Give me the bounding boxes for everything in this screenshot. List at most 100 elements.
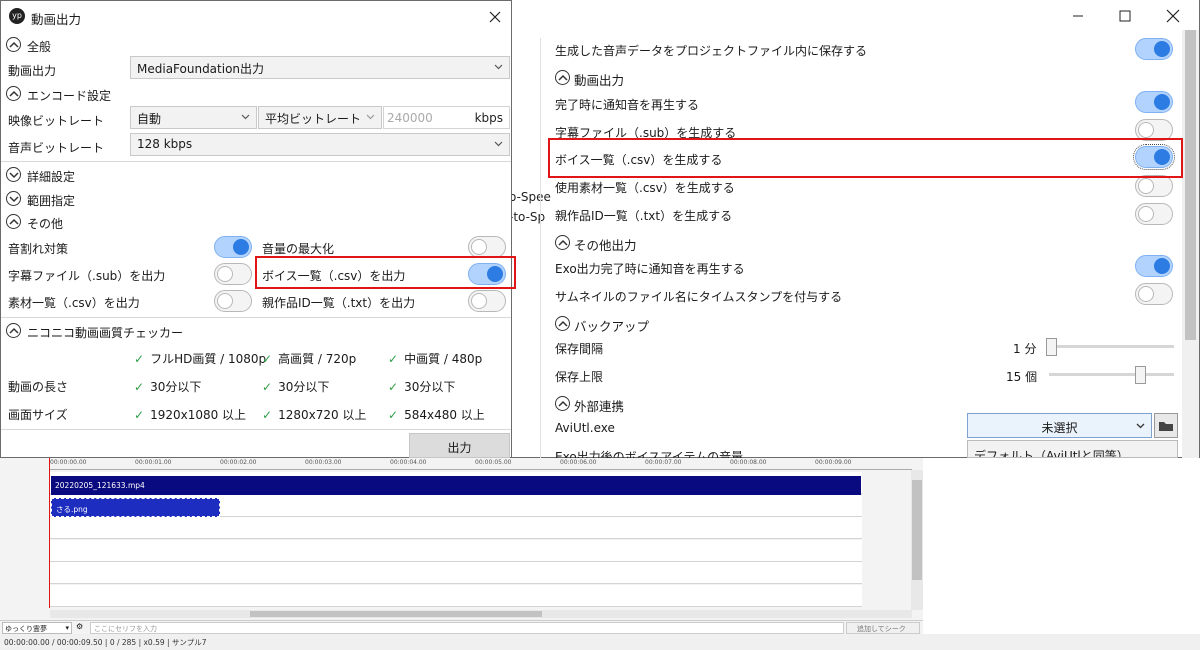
length-label: 動画の長さ bbox=[8, 380, 69, 394]
layer-track[interactable] bbox=[50, 584, 862, 607]
output-button[interactable]: 出力 bbox=[409, 433, 510, 458]
material-list-output-toggle[interactable] bbox=[214, 290, 252, 312]
chevron-down-icon bbox=[494, 141, 503, 147]
layer-track[interactable] bbox=[50, 562, 862, 584]
close-button[interactable] bbox=[1162, 5, 1184, 27]
serif-bar: ゆっくり霊夢 ▾ ⚙ ここにセリフを入力 追加してシーク bbox=[0, 620, 923, 634]
backup-interval-value: 1 分 bbox=[1013, 342, 1037, 356]
slider-thumb[interactable] bbox=[1046, 338, 1057, 356]
maximize-icon bbox=[1119, 10, 1131, 22]
video-output-select[interactable]: MediaFoundation出力 bbox=[130, 56, 510, 79]
aviutl-select-value: 未選択 bbox=[1041, 421, 1078, 435]
speaker-select[interactable]: ゆっくり霊夢 ▾ bbox=[2, 622, 72, 634]
maximize-volume-toggle[interactable] bbox=[468, 236, 506, 258]
bitrate-type-select[interactable]: 平均ビットレート bbox=[258, 106, 382, 129]
dialog-close-button[interactable] bbox=[485, 7, 505, 27]
minimize-button[interactable] bbox=[1067, 5, 1089, 27]
section-encode: エンコード設定 bbox=[27, 89, 112, 103]
chevron-up-icon[interactable] bbox=[6, 214, 21, 229]
chevron-up-icon[interactable] bbox=[555, 235, 570, 250]
setting-label: 使用素材一覧（.csv）を生成する bbox=[555, 181, 735, 195]
material-list-toggle[interactable] bbox=[1135, 175, 1173, 197]
speaker-settings-icon[interactable]: ⚙ bbox=[76, 622, 88, 634]
scrollbar-thumb[interactable] bbox=[1185, 30, 1196, 340]
timeline-vscroll[interactable] bbox=[911, 470, 923, 610]
video-bitrate-label: 映像ビットレート bbox=[8, 114, 105, 128]
toggle-label: 音量の最大化 bbox=[262, 242, 335, 256]
add-seek-button[interactable]: 追加してシーク bbox=[846, 622, 920, 634]
layer-track[interactable] bbox=[50, 517, 862, 539]
parent-id-toggle[interactable] bbox=[1135, 203, 1173, 225]
audio-bitrate-select[interactable]: 128 kbps bbox=[130, 133, 510, 156]
scrollbar-thumb[interactable] bbox=[250, 611, 542, 617]
volume-select-value: デフォルト（AviUtlと同等） bbox=[974, 449, 1129, 458]
quality-check: ✓ 中画質 / 480p bbox=[388, 352, 483, 366]
left-border bbox=[511, 38, 541, 458]
setting-label: 完了時に通知音を再生する bbox=[555, 98, 700, 112]
size-check: ✓ 1280x720 以上 bbox=[262, 408, 367, 422]
backup-interval-slider[interactable] bbox=[1046, 338, 1174, 356]
ruler-tick-label: 00:00:07.00 bbox=[645, 459, 682, 466]
close-icon bbox=[489, 11, 501, 23]
minimize-icon bbox=[1073, 15, 1083, 17]
chevron-up-icon[interactable] bbox=[555, 70, 570, 85]
toggle-label: 字幕ファイル（.sub）を出力 bbox=[8, 269, 166, 283]
cut-row-label: Exo出力後のボイスアイテムの音量 bbox=[555, 450, 744, 458]
serif-input[interactable]: ここにセリフを入力 bbox=[90, 622, 844, 634]
video-output-dialog: yp 動画出力 全般 動画出力 MediaFoundation出力 エンコード設… bbox=[0, 0, 512, 458]
ruler-tick-label: 00:00:08.00 bbox=[730, 459, 767, 466]
highlight-box bbox=[255, 256, 516, 289]
setting-label: Exo出力完了時に通知音を再生する bbox=[555, 262, 745, 276]
settings-scrollbar[interactable] bbox=[1182, 30, 1199, 458]
chevron-up-icon[interactable] bbox=[555, 396, 570, 411]
chevron-down-icon bbox=[1136, 423, 1145, 429]
exo-notify-toggle[interactable] bbox=[1135, 255, 1173, 277]
chevron-up-icon[interactable] bbox=[6, 86, 21, 101]
section-range: 範囲指定 bbox=[27, 194, 76, 208]
settings-titlebar bbox=[511, 0, 1199, 30]
size-check: ✓ 1920x1080 以上 bbox=[134, 408, 247, 422]
setting-label: 生成した音声データをプロジェクトファイル内に保存する bbox=[555, 44, 868, 58]
time-ruler[interactable]: 00:00:00.00 00:00:01.00 00:00:02.00 00:00:0… bbox=[50, 458, 912, 470]
volume-select[interactable]: デフォルト（AviUtlと同等） bbox=[967, 440, 1178, 458]
setting-label: 親作品ID一覧（.txt）を生成する bbox=[555, 209, 733, 223]
chevron-down-icon bbox=[494, 64, 503, 70]
toggle-label: 親作品ID一覧（.txt）を出力 bbox=[262, 296, 416, 310]
chevron-up-icon[interactable] bbox=[6, 37, 21, 52]
backup-limit-slider[interactable] bbox=[1049, 366, 1174, 384]
aviutl-select[interactable]: 未選択 bbox=[967, 413, 1152, 438]
chevron-up-icon[interactable] bbox=[6, 323, 21, 338]
video-clip[interactable]: 20220205_121633.mp4 bbox=[51, 476, 861, 495]
playhead[interactable] bbox=[49, 458, 50, 608]
ruler-tick-label: 00:00:06.00 bbox=[560, 459, 597, 466]
chevron-down-icon[interactable] bbox=[6, 191, 21, 206]
thumbnail-timestamp-toggle[interactable] bbox=[1135, 283, 1173, 305]
chevron-up-icon[interactable] bbox=[555, 316, 570, 331]
image-clip[interactable]: さる.png bbox=[51, 498, 220, 517]
toggle-label: 音割れ対策 bbox=[8, 242, 69, 256]
ruler-tick-label: 00:00:02.00 bbox=[220, 459, 257, 466]
highlight-box bbox=[548, 138, 1183, 178]
slider-thumb[interactable] bbox=[1135, 366, 1146, 384]
notify-sound-toggle[interactable] bbox=[1135, 91, 1173, 113]
section-other-output: その他出力 bbox=[574, 238, 637, 253]
subtitle-output-toggle[interactable] bbox=[214, 263, 252, 285]
length-check: ✓ 30分以下 bbox=[262, 380, 330, 394]
video-bitrate-mode-select[interactable]: 自動 bbox=[130, 106, 257, 129]
layer-track[interactable] bbox=[50, 539, 862, 562]
timeline-hscroll[interactable] bbox=[50, 610, 912, 618]
maximize-button[interactable] bbox=[1114, 5, 1136, 27]
parent-id-output-toggle[interactable] bbox=[468, 290, 506, 312]
setting-label: サムネイルのファイル名にタイムスタンプを付与する bbox=[555, 290, 843, 304]
bitrate-value-input[interactable]: 240000 kbps bbox=[383, 106, 510, 129]
scrollbar-thumb[interactable] bbox=[912, 480, 922, 580]
clip-protection-toggle[interactable] bbox=[214, 236, 252, 258]
browse-button[interactable] bbox=[1154, 413, 1178, 438]
bitrate-type-value: 平均ビットレート bbox=[265, 112, 362, 126]
section-video-output: 動画出力 bbox=[574, 73, 625, 88]
chevron-down-icon[interactable] bbox=[6, 167, 21, 182]
size-check: ✓ 584x480 以上 bbox=[388, 408, 485, 422]
video-output-select-value: MediaFoundation出力 bbox=[137, 62, 265, 76]
save-audio-toggle[interactable] bbox=[1135, 38, 1173, 60]
audio-bitrate-label: 音声ビットレート bbox=[8, 141, 105, 155]
